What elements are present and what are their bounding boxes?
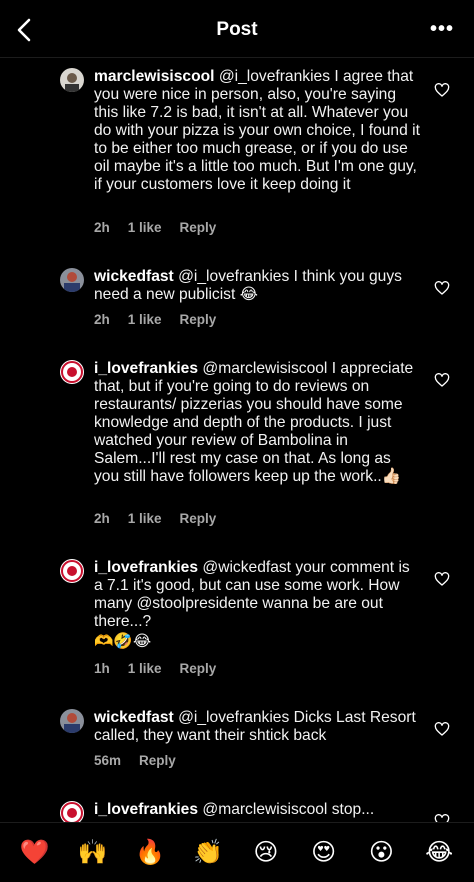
reply-button[interactable]: Reply [180,312,217,327]
comment-username[interactable]: marclewisiscool [94,68,214,85]
avatar[interactable] [60,709,84,733]
emoji-heart-eyes[interactable]: 😍 [306,840,342,865]
reply-button[interactable]: Reply [180,511,217,526]
comment-likes[interactable]: 1 like [128,661,162,676]
heart-icon[interactable] [434,280,450,296]
comment-username[interactable]: wickedfast [94,268,174,285]
comment-time: 56m [94,753,122,768]
avatar[interactable] [60,559,84,583]
comment-username[interactable]: i_lovefrankies [94,559,198,576]
comment-username[interactable]: i_lovefrankies [94,801,198,818]
comment-likes[interactable]: 1 like [128,312,162,327]
emoji-surprised-face[interactable]: 😮 [363,840,399,865]
emoji-reaction-bar: ❤️ 🙌 🔥 👏 😢 😍 😮 😂 [0,822,474,882]
reply-button[interactable]: Reply [180,220,217,235]
avatar[interactable] [60,68,84,92]
heart-icon[interactable] [434,721,450,737]
comment-time: 2h [94,220,110,235]
avatar[interactable] [60,801,84,822]
heart-icon[interactable] [434,82,450,98]
top-bar: Post ••• [0,0,474,58]
comment-likes[interactable]: 1 like [128,220,162,235]
heart-icon[interactable] [434,813,450,822]
comment-username[interactable]: i_lovefrankies [94,360,198,377]
emoji-red-heart[interactable]: ❤️ [17,840,53,865]
emoji-clapping-hands[interactable]: 👏 [190,840,226,865]
reply-button[interactable]: Reply [139,753,176,768]
comment-text: @i_lovefrankies I agree that you were ni… [94,68,420,193]
comment-text: @marclewisiscool stop... [202,801,375,818]
page-title: Post [216,19,258,40]
reply-button[interactable]: Reply [180,661,217,676]
comments-list: marclewisiscool @i_lovefrankies I agree … [0,58,474,822]
avatar[interactable] [60,360,84,384]
comment-emoji-line: 🫶🤣😂 [94,633,152,650]
avatar[interactable] [60,268,84,292]
comment-time: 1h [94,661,110,676]
more-options-icon[interactable]: ••• [430,18,454,41]
emoji-tears-of-joy[interactable]: 😂 [421,840,457,865]
emoji-raising-hands[interactable]: 🙌 [75,840,111,865]
heart-icon[interactable] [434,372,450,388]
comment-username[interactable]: wickedfast [94,709,174,726]
emoji-fire[interactable]: 🔥 [132,840,168,865]
comment-likes[interactable]: 1 like [128,511,162,526]
comment-time: 2h [94,511,110,526]
heart-icon[interactable] [434,571,450,587]
comment-time: 2h [94,312,110,327]
emoji-crying-face[interactable]: 😢 [248,840,284,865]
comment-text: @marclewisiscool I appreciate that, but … [94,360,414,485]
